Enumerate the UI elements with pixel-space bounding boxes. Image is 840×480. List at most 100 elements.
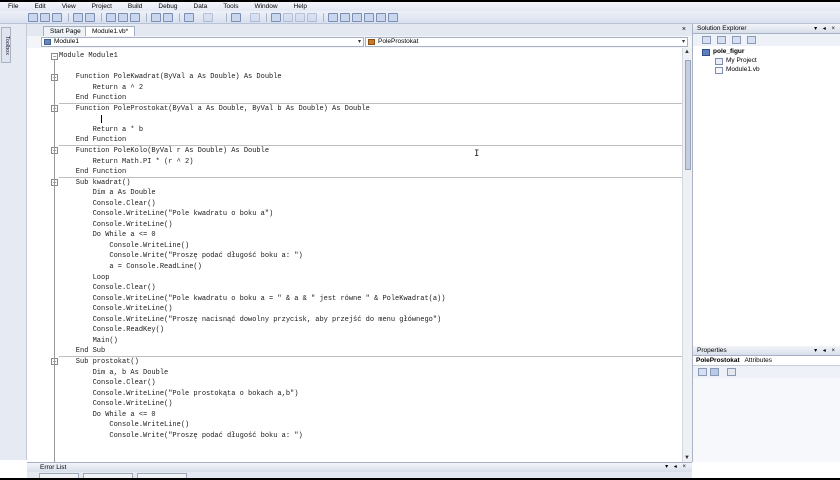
code-line[interactable]: Console.WriteLine() [59, 241, 189, 251]
menu-debug[interactable]: Debug [158, 2, 185, 11]
pause-icon[interactable] [283, 12, 293, 22]
code-line[interactable]: Do While a <= 0 [59, 230, 156, 240]
code-line[interactable]: Sub kwadrat() [59, 178, 131, 188]
code-line[interactable]: Loop [59, 273, 110, 283]
new-project-icon[interactable] [28, 12, 38, 22]
menu-tools[interactable]: Tools [223, 2, 246, 11]
save-icon[interactable] [73, 12, 83, 22]
code-line[interactable]: Function PoleKolo(ByVal r As Double) As … [59, 146, 269, 156]
menu-help[interactable]: Help [294, 2, 315, 11]
menu-project[interactable]: Project [92, 2, 120, 11]
menu-view[interactable]: View [62, 2, 84, 11]
start-debugging-icon[interactable] [271, 12, 281, 22]
tab-start-page[interactable]: Start Page [43, 26, 88, 36]
uncomment-icon[interactable] [163, 12, 173, 22]
tree-item-module1[interactable]: Module1.vb [726, 66, 760, 74]
code-line[interactable]: Console.Clear() [59, 199, 156, 209]
navigate-dropdown-icon[interactable] [243, 13, 248, 22]
properties-object-selector[interactable]: PoleProstokat Attributes [693, 356, 840, 366]
paste-icon[interactable] [130, 12, 140, 22]
navigate-forward-icon[interactable] [250, 12, 260, 22]
properties-window-icon[interactable] [352, 12, 362, 22]
code-line[interactable]: Console.WriteLine() [59, 220, 173, 230]
scroll-up-icon[interactable]: ▲ [684, 49, 690, 55]
stop-icon[interactable] [295, 12, 305, 22]
code-line[interactable]: Main() [59, 336, 118, 346]
code-line[interactable]: a = Console.ReadLine() [59, 262, 201, 272]
cut-icon[interactable] [106, 12, 116, 22]
view-code-icon[interactable] [747, 36, 756, 44]
menu-edit[interactable]: Edit [34, 2, 53, 11]
refresh-icon[interactable] [732, 36, 741, 44]
code-line[interactable]: Console.WriteLine() [59, 420, 189, 430]
property-grid[interactable] [693, 378, 840, 462]
code-line[interactable]: Sub prostokat() [59, 357, 139, 367]
copy-icon[interactable] [118, 12, 128, 22]
method-name-dropdown[interactable]: PoleProstokat ▾ [365, 37, 688, 47]
toolbox-tab[interactable]: Toolbox [1, 27, 11, 63]
open-file-icon[interactable] [52, 12, 62, 22]
menu-data[interactable]: Data [194, 2, 216, 11]
code-pane[interactable]: Module Module1 Function PoleKwadrat(ByVa… [27, 48, 682, 462]
property-pages-icon[interactable] [727, 368, 736, 376]
object-browser-icon[interactable] [364, 12, 374, 22]
add-item-icon[interactable] [40, 12, 50, 22]
menu-file[interactable]: File [8, 2, 26, 11]
code-line[interactable]: End Function [59, 167, 126, 177]
redo-dropdown-icon[interactable] [215, 13, 220, 22]
tree-item-project[interactable]: pole_figur [713, 48, 744, 56]
code-line[interactable]: Console.ReadKey() [59, 325, 164, 335]
redo-icon[interactable] [203, 12, 213, 22]
code-line[interactable]: Console.Write("Proszę podać długość boku… [59, 251, 302, 261]
solution-explorer-icon[interactable] [340, 12, 350, 22]
toolbox-icon[interactable] [376, 12, 386, 22]
tree-item-my-project[interactable]: My Project [726, 57, 757, 65]
code-line[interactable]: End Sub [59, 346, 105, 356]
step-into-icon[interactable] [307, 12, 317, 22]
navigate-backward-icon[interactable] [231, 12, 241, 22]
find-icon[interactable] [328, 12, 338, 22]
close-icon[interactable]: × [682, 25, 686, 35]
comment-icon[interactable] [151, 12, 161, 22]
undo-dropdown-icon[interactable] [196, 13, 201, 22]
code-line[interactable]: Dim a, b As Double [59, 368, 169, 378]
scroll-down-icon[interactable]: ▼ [684, 455, 690, 461]
class-name-dropdown[interactable]: Module1 ▾ [41, 37, 364, 47]
code-line[interactable]: Dim a As Double [59, 188, 156, 198]
code-line[interactable]: Console.WriteLine("Pole kwadratu o boku … [59, 209, 274, 219]
toolbar-options-icon[interactable] [400, 13, 405, 22]
show-all-files-icon[interactable] [717, 36, 726, 44]
code-line[interactable]: Console.Clear() [59, 378, 156, 388]
code-line[interactable]: Function PoleKwadrat(ByVal a As Double) … [59, 72, 282, 82]
panel-controls[interactable]: ▾ ◂ × [814, 346, 837, 356]
code-line[interactable]: Module Module1 [59, 51, 118, 61]
code-line[interactable]: Function PoleProstokat(ByVal a As Double… [59, 104, 370, 114]
menu-build[interactable]: Build [128, 2, 150, 11]
code-line[interactable]: Console.Write("Proszę podać długość boku… [59, 431, 302, 441]
start-page-icon[interactable] [388, 12, 398, 22]
undo-icon[interactable] [184, 12, 194, 22]
code-line[interactable]: Console.WriteLine("Pole kwadratu o boku … [59, 294, 446, 304]
panel-controls[interactable]: ▾ ◂ × [814, 24, 837, 34]
code-line[interactable]: Return a ^ 2 [59, 83, 143, 93]
code-line[interactable]: End Function [59, 93, 126, 103]
code-line[interactable]: Console.WriteLine("Proszę nacisnąć dowol… [59, 315, 442, 325]
tab-module1[interactable]: Module1.vb* [85, 26, 136, 36]
code-line[interactable]: Return Math.PI * (r ^ 2) [59, 157, 194, 167]
scrollbar-thumb[interactable] [685, 60, 691, 170]
properties-object-name: PoleProstokat [696, 357, 740, 364]
code-line[interactable]: Console.WriteLine("Pole prostokąta o bok… [59, 389, 299, 399]
code-line[interactable]: End Function [59, 135, 126, 145]
code-line[interactable]: Return a * b [59, 125, 143, 135]
toolbar-separator [323, 12, 324, 22]
save-all-icon[interactable] [85, 12, 95, 22]
code-line[interactable]: Console.WriteLine() [59, 399, 173, 409]
code-line[interactable]: Console.WriteLine() [59, 304, 173, 314]
panel-controls[interactable]: ▾ ◂ × [665, 463, 688, 472]
categorized-icon[interactable] [698, 368, 707, 376]
menu-window[interactable]: Window [254, 2, 285, 11]
properties-icon[interactable] [702, 36, 711, 44]
code-line[interactable]: Console.Clear() [59, 283, 156, 293]
code-line[interactable]: Do While a <= 0 [59, 410, 156, 420]
alphabetical-icon[interactable] [710, 368, 719, 376]
